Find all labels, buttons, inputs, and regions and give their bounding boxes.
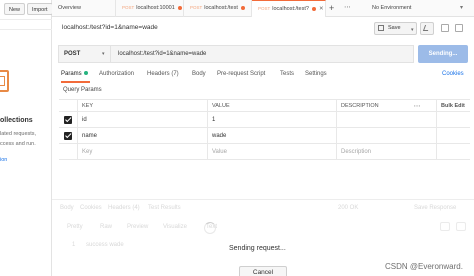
tab-label: Overview: [58, 5, 81, 11]
url-input[interactable]: localhost:/test?id=1&name=wade: [111, 45, 414, 63]
tab-method: POST: [190, 5, 203, 10]
bulk-edit-button[interactable]: Bulk Edit: [436, 100, 470, 111]
header-description: DESCRIPTION ⋯: [336, 100, 436, 111]
cookies-link[interactable]: Cookies: [442, 71, 464, 77]
add-tab-icon[interactable]: +: [329, 0, 334, 16]
header-value: VALUE: [207, 100, 336, 111]
tab-pre-request-script[interactable]: Pre-request Script: [217, 71, 265, 77]
tab-label: localhost:10001: [136, 5, 175, 11]
response-body-line: success wade: [86, 242, 124, 248]
view-visualize[interactable]: Visualize: [163, 224, 187, 230]
chevron-down-icon[interactable]: ▾: [460, 0, 463, 16]
cancel-button[interactable]: Cancel: [239, 266, 287, 276]
param-value[interactable]: wade: [207, 128, 336, 143]
tab-request-2[interactable]: POST localhost:/test: [184, 0, 252, 17]
search-icon[interactable]: [456, 222, 466, 231]
watermark: CSDN @Everonward.: [385, 262, 463, 271]
param-value[interactable]: 1: [207, 112, 336, 127]
response-tab-test-results[interactable]: Test Results: [148, 205, 181, 211]
collections-text-line1: lated requests,: [0, 131, 37, 137]
tab-request-active[interactable]: POST localhost:/test? ✕: [252, 0, 326, 17]
import-button[interactable]: Import: [27, 3, 53, 15]
environment-select[interactable]: No Environment: [372, 0, 411, 16]
checkbox[interactable]: [64, 115, 72, 124]
save-response-button[interactable]: Save Response: [414, 205, 456, 211]
response-tab-headers[interactable]: Headers (4): [108, 205, 140, 211]
row-empty-cell: [436, 112, 470, 127]
save-label: Save: [388, 25, 401, 31]
tab-bar: Overview POST localhost:10001 POST localho…: [52, 0, 474, 17]
view-preview[interactable]: Preview: [127, 224, 148, 230]
sidebar-filter[interactable]: [0, 19, 52, 30]
loading-spinner-icon: [204, 222, 216, 234]
view-raw[interactable]: Raw: [100, 224, 112, 230]
value-placeholder[interactable]: Value: [207, 144, 336, 159]
chevron-down-icon[interactable]: ▾: [102, 51, 105, 57]
tab-body[interactable]: Body: [192, 71, 206, 77]
checkbox[interactable]: [64, 131, 72, 140]
close-icon[interactable]: ✕: [319, 6, 324, 12]
collections-text-line2: ccess and run.: [0, 141, 36, 147]
chevron-down-icon[interactable]: ▾: [411, 27, 414, 33]
more-options-icon[interactable]: ⋯: [414, 102, 421, 110]
sending-request-text: Sending request...: [229, 245, 286, 252]
line-number: 1: [72, 242, 76, 248]
view-pretty[interactable]: Pretty: [67, 224, 83, 230]
row-checkbox-cell: [59, 144, 77, 159]
description-placeholder[interactable]: Description: [336, 144, 436, 159]
tab-params[interactable]: Params: [61, 71, 88, 77]
documentation-icon[interactable]: [441, 24, 449, 32]
header-key: KEY: [77, 100, 207, 111]
query-params-heading: Query Params: [63, 87, 102, 93]
tab-request-1[interactable]: POST localhost:10001: [116, 0, 184, 17]
unsaved-dot-icon: [240, 5, 245, 10]
active-tab-indicator: [61, 81, 90, 83]
tab-label: Params: [61, 71, 82, 77]
param-description[interactable]: [336, 128, 436, 143]
comments-icon[interactable]: [455, 24, 463, 32]
unsaved-dot-icon: [311, 6, 316, 11]
tab-headers[interactable]: Headers (7): [147, 71, 179, 77]
response-divider: [52, 199, 474, 200]
sidebar: New Import ollections lated requests, cc…: [0, 0, 53, 276]
params-table: KEY VALUE DESCRIPTION ⋯ Bulk Edit id 1 n…: [59, 99, 470, 160]
tab-label: localhost:/test: [204, 5, 238, 11]
param-description[interactable]: [336, 112, 436, 127]
header-checkbox-cell: [59, 100, 77, 111]
row-empty-cell: [436, 144, 470, 159]
tab-method: POST: [258, 6, 271, 11]
tab-label: localhost:/test?: [272, 6, 309, 12]
response-tab-body[interactable]: Body: [60, 205, 74, 211]
tab-tests[interactable]: Tests: [280, 71, 294, 77]
collections-heading: ollections: [0, 117, 33, 124]
param-key[interactable]: name: [77, 128, 207, 143]
send-button[interactable]: Sending...: [418, 45, 468, 63]
tab-settings[interactable]: Settings: [305, 71, 327, 77]
table-header-row: KEY VALUE DESCRIPTION ⋯ Bulk Edit: [59, 99, 470, 112]
copy-icon[interactable]: [440, 222, 450, 231]
header-description-label: DESCRIPTION: [341, 102, 379, 109]
request-title: localhost:/test?id=1&name=wade: [62, 24, 158, 31]
row-checkbox-cell: [59, 128, 77, 143]
table-row: id 1: [59, 112, 470, 128]
params-indicator-dot: [83, 71, 88, 76]
table-row: name wade: [59, 128, 470, 144]
tab-overview[interactable]: Overview: [52, 0, 116, 17]
row-checkbox-cell: [59, 112, 77, 127]
new-button[interactable]: New: [4, 3, 26, 15]
unsaved-dot-icon: [177, 5, 182, 10]
param-key[interactable]: id: [77, 112, 207, 127]
more-tabs-icon[interactable]: ⋯: [344, 0, 351, 16]
save-icon: [378, 25, 384, 31]
table-row-empty: Key Value Description: [59, 144, 470, 160]
row-empty-cell: [436, 128, 470, 143]
key-placeholder[interactable]: Key: [77, 144, 207, 159]
tab-authorization[interactable]: Authorization: [99, 71, 134, 77]
tab-method: POST: [122, 5, 135, 10]
postman-window: New Import ollections lated requests, cc…: [0, 0, 474, 276]
collections-illustration-icon: [0, 70, 9, 92]
create-collection-link[interactable]: ion: [0, 157, 7, 163]
response-tab-cookies[interactable]: Cookies: [80, 205, 102, 211]
response-status: 200 OK: [338, 205, 359, 211]
